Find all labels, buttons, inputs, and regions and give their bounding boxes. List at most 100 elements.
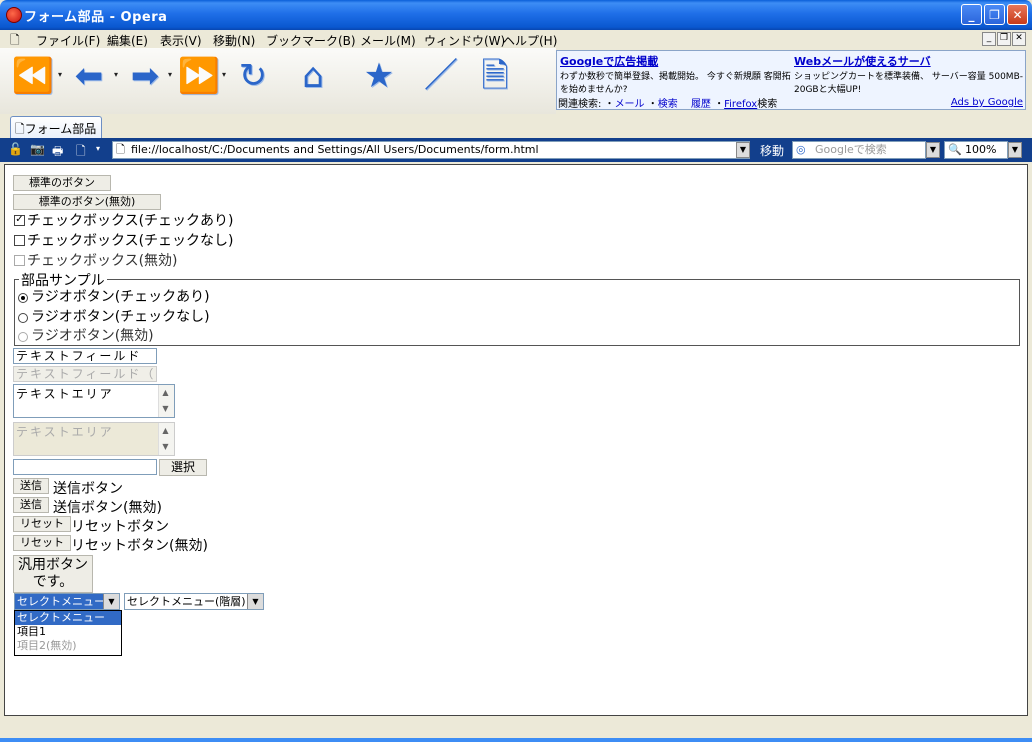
checkbox-unchecked[interactable] bbox=[14, 235, 25, 246]
forward-icon[interactable]: ➡ bbox=[122, 54, 168, 98]
radio-disabled-label: ラジオボタン(無効) bbox=[31, 328, 154, 344]
select-menu[interactable]: セレクトメニュー ▼ bbox=[14, 593, 120, 610]
camera-icon[interactable]: 📷 bbox=[30, 142, 45, 156]
select-option[interactable]: 項目1 bbox=[15, 625, 121, 639]
select-option-disabled: 項目2(無効) bbox=[17, 639, 77, 652]
address-dropdown-button[interactable]: ▼ bbox=[736, 142, 750, 158]
rewind-icon[interactable]: ⏪ bbox=[10, 54, 56, 98]
page-info-dropdown-icon[interactable]: ▾ bbox=[96, 144, 100, 153]
bookmark-star-icon[interactable]: ★ bbox=[356, 54, 402, 98]
rewind-dropdown-icon[interactable]: ▾ bbox=[58, 70, 62, 79]
tab-form-parts[interactable]: 🗋フォーム部品 bbox=[10, 116, 102, 138]
text-field-disabled: テキストフィールド（ bbox=[13, 366, 157, 382]
tab-strip: 🗋フォーム部品 bbox=[0, 114, 1032, 138]
checkbox-checked[interactable]: ✓ bbox=[14, 215, 25, 226]
standard-button-disabled: 標準のボタン(無効) bbox=[13, 194, 161, 210]
forward-dropdown-icon[interactable]: ▾ bbox=[168, 70, 172, 79]
menu-bar: 🗋 ファイル(F) 編集(E) 表示(V) 移動(N) ブックマーク(B) メー… bbox=[0, 30, 1032, 48]
select-option[interactable]: セレクトメニュー bbox=[15, 611, 121, 625]
reset-button[interactable]: リセット bbox=[13, 516, 71, 532]
menu-bookmarks[interactable]: ブックマーク(B) bbox=[266, 32, 356, 49]
chevron-down-icon[interactable]: ▼ bbox=[103, 594, 119, 609]
text-area-value: テキストエリア bbox=[16, 387, 114, 401]
radio-disabled bbox=[18, 332, 28, 342]
generic-button[interactable]: 汎用ボタン です。 bbox=[13, 555, 93, 593]
mdi-restore-button[interactable]: ❐ bbox=[997, 32, 1011, 46]
fast-forward-dropdown-icon[interactable]: ▾ bbox=[222, 70, 226, 79]
text-area-disabled-scrollbar: ▲ ▼ bbox=[158, 423, 174, 455]
search-dropdown-button[interactable]: ▼ bbox=[926, 142, 940, 158]
menu-window[interactable]: ウィンドウ(W) bbox=[424, 32, 505, 49]
zoom-dropdown-button[interactable]: ▼ bbox=[1008, 142, 1022, 158]
text-area-disabled: テキストエリア ▲ ▼ bbox=[13, 422, 175, 456]
page-info-icon[interactable]: 🗋 bbox=[76, 142, 86, 163]
menu-navigate[interactable]: 移動(N) bbox=[213, 32, 255, 49]
scroll-down-icon: ▼ bbox=[162, 442, 171, 451]
mdi-minimize-button[interactable]: _ bbox=[982, 32, 996, 46]
ad-column-1: Googleで広告掲載 わずか数秒で簡単登録、掲載開始。 今すぐ新規願 客開拓を… bbox=[560, 53, 792, 95]
menu-mail[interactable]: メール(M) bbox=[360, 32, 416, 49]
title-bar: フォーム部品 - Opera _ ❐ ✕ bbox=[0, 0, 1032, 30]
select-menu-grouped-value: セレクトメニュー(階層) bbox=[127, 595, 246, 608]
ad-link-1[interactable]: Googleで広告掲載 bbox=[560, 53, 792, 69]
related-link-history[interactable]: 履歴 bbox=[691, 99, 711, 110]
standard-button[interactable]: 標準のボタン bbox=[13, 175, 111, 191]
search-input[interactable]: ◎ Googleで検索 bbox=[792, 141, 926, 159]
scroll-down-icon[interactable]: ▼ bbox=[159, 401, 174, 417]
address-input[interactable]: 🗋 file://localhost/C:/Documents and Sett… bbox=[112, 141, 750, 159]
submit-button[interactable]: 送信 bbox=[13, 478, 49, 494]
go-button[interactable]: 移動 bbox=[760, 142, 784, 159]
select-menu-grouped[interactable]: セレクトメニュー(階層) ▼ bbox=[124, 593, 264, 610]
reset-button-label: リセットボタン bbox=[71, 519, 169, 535]
related-link-mail[interactable]: メール bbox=[615, 99, 645, 110]
radio-checked[interactable] bbox=[18, 293, 28, 303]
back-icon[interactable]: ⬅ bbox=[66, 54, 112, 98]
text-area[interactable]: テキストエリア ▲ ▼ bbox=[13, 384, 175, 418]
checkbox-disabled bbox=[14, 255, 25, 266]
mdi-close-button[interactable]: ✕ bbox=[1012, 32, 1026, 46]
submit-button-disabled-label: 送信ボタン(無効) bbox=[53, 500, 162, 516]
zoom-input[interactable]: 🔍 100% bbox=[944, 141, 1008, 159]
ads-by-google-link[interactable]: Ads by Google bbox=[951, 97, 1023, 108]
menu-edit[interactable]: 編集(E) bbox=[107, 32, 148, 49]
back-dropdown-icon[interactable]: ▾ bbox=[114, 70, 118, 79]
text-area-disabled-value: テキストエリア bbox=[16, 425, 114, 439]
checkbox-unchecked-label: チェックボックス(チェックなし) bbox=[27, 233, 234, 249]
reset-button-disabled: リセット bbox=[13, 535, 71, 551]
menu-file[interactable]: ファイル(F) bbox=[36, 32, 100, 49]
lock-icon[interactable]: 🔓 bbox=[8, 142, 23, 156]
related-link-search[interactable]: 検索 bbox=[658, 99, 678, 110]
fast-forward-icon[interactable]: ⏩ bbox=[176, 54, 222, 98]
new-page-icon[interactable]: 🗎 bbox=[472, 54, 518, 98]
text-area-scrollbar[interactable]: ▲ ▼ bbox=[158, 385, 174, 417]
close-button[interactable]: ✕ bbox=[1007, 4, 1028, 25]
zoom-value: 100% bbox=[965, 143, 997, 156]
address-toolbar: 🔓 📷 🖶 🗋 ▾ 🗋 file://localhost/C:/Document… bbox=[0, 138, 1032, 162]
maximize-button[interactable]: ❐ bbox=[984, 4, 1005, 25]
ad-text-1: わずか数秒で簡単登録、掲載開始。 今すぐ新規願 客開拓を始めませんか? bbox=[560, 72, 791, 95]
related-search-label: 関連検索: bbox=[558, 99, 602, 110]
tab-label: フォーム部品 bbox=[24, 122, 97, 136]
minimize-button[interactable]: _ bbox=[961, 4, 982, 25]
menu-view[interactable]: 表示(V) bbox=[160, 32, 202, 49]
radio-unchecked[interactable] bbox=[18, 313, 28, 323]
text-field[interactable]: テキストフィールド bbox=[13, 348, 157, 364]
ad-link-2[interactable]: Webメールが使えるサーバ bbox=[794, 53, 1024, 69]
submit-button-disabled: 送信 bbox=[13, 497, 49, 513]
magnifier-icon: 🔍 bbox=[948, 143, 962, 156]
page-content: 標準のボタン 標準のボタン(無効) ✓ チェックボックス(チェックあり) チェッ… bbox=[4, 164, 1028, 716]
notes-pen-icon[interactable]: ／ bbox=[418, 54, 464, 98]
menu-help[interactable]: ヘルプ(H) bbox=[503, 32, 557, 49]
google-ad-panel: Googleで広告掲載 わずか数秒で簡単登録、掲載開始。 今すぐ新規願 客開拓を… bbox=[556, 50, 1026, 110]
search-placeholder: Googleで検索 bbox=[815, 143, 887, 156]
file-choose-button[interactable]: 選択 bbox=[159, 459, 207, 476]
print-icon[interactable]: 🖶 bbox=[52, 142, 63, 163]
file-input[interactable] bbox=[13, 459, 157, 475]
scroll-up-icon[interactable]: ▲ bbox=[159, 385, 174, 401]
address-url: file://localhost/C:/Documents and Settin… bbox=[131, 143, 539, 156]
related-link-firefox[interactable]: Firefox bbox=[724, 99, 757, 110]
home-icon[interactable]: ⌂ bbox=[290, 54, 336, 98]
reload-icon[interactable]: ↻ bbox=[230, 54, 276, 98]
chevron-down-icon[interactable]: ▼ bbox=[247, 594, 263, 609]
google-search-icon: ◎ bbox=[796, 143, 806, 156]
